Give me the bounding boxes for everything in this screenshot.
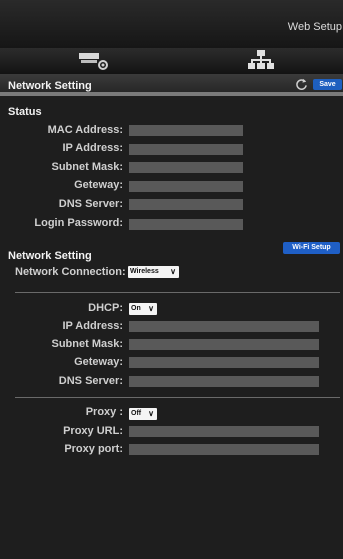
web-setup-title: Web Setup xyxy=(287,21,342,33)
chevron-down-icon: ∨ xyxy=(148,304,154,313)
network-connection-label: Network Connection: xyxy=(15,266,126,278)
status-section-title: Status xyxy=(8,106,42,118)
proxy-url-label: Proxy URL: xyxy=(63,425,123,437)
wifi-setup-button[interactable]: Wi-Fi Setup xyxy=(283,242,340,254)
dhcp-label: DHCP: xyxy=(88,302,123,314)
dhcp-ip-address-input[interactable] xyxy=(129,321,319,332)
mac-address-label: MAC Address: xyxy=(47,124,123,136)
proxy-select[interactable]: Off ∨ xyxy=(129,408,157,420)
dhcp-value: On xyxy=(131,305,141,312)
page-title: Network Setting xyxy=(8,80,92,92)
proxy-url-input[interactable] xyxy=(129,426,319,437)
ip-address-field xyxy=(129,144,243,155)
chevron-down-icon: ∨ xyxy=(170,267,176,276)
dhcp-gateway-input[interactable] xyxy=(129,357,319,368)
network-tree-icon[interactable] xyxy=(248,49,274,71)
proxy-value: Off xyxy=(131,410,142,417)
dhcp-dns-server-label: DNS Server: xyxy=(58,375,123,387)
subnet-mask-field xyxy=(129,162,243,173)
icon-bar xyxy=(0,48,343,74)
gateway-field xyxy=(129,181,243,192)
network-connection-value: Wireless xyxy=(130,268,159,275)
network-connection-select[interactable]: Wireless ∨ xyxy=(128,266,179,278)
login-password-label: Login Password: xyxy=(34,217,123,229)
page-header: Network Setting Save xyxy=(0,74,343,96)
proxy-label: Proxy : xyxy=(85,406,123,418)
ip-address-label: IP Address: xyxy=(62,142,123,154)
divider xyxy=(15,397,340,398)
dns-server-label: DNS Server: xyxy=(58,198,123,210)
dhcp-gateway-label: Geteway: xyxy=(74,356,123,368)
subnet-mask-label: Subnet Mask: xyxy=(51,161,123,173)
save-button[interactable]: Save xyxy=(313,79,342,90)
dhcp-ip-address-label: IP Address: xyxy=(62,320,123,332)
top-bar: Web Setup xyxy=(0,0,343,48)
refresh-icon[interactable] xyxy=(295,78,308,91)
mac-address-field xyxy=(129,125,243,136)
tool-settings-icon[interactable] xyxy=(77,50,111,72)
dhcp-subnet-mask-input[interactable] xyxy=(129,339,319,350)
divider xyxy=(15,292,340,293)
dns-server-field xyxy=(129,199,243,210)
dhcp-subnet-mask-label: Subnet Mask: xyxy=(51,338,123,350)
dhcp-dns-server-input[interactable] xyxy=(129,376,319,387)
login-password-field xyxy=(129,219,243,230)
dhcp-select[interactable]: On ∨ xyxy=(129,303,157,315)
chevron-down-icon: ∨ xyxy=(148,409,154,418)
proxy-port-input[interactable] xyxy=(129,444,319,455)
network-section-title: Network Setting xyxy=(8,250,92,262)
proxy-port-label: Proxy port: xyxy=(64,443,123,455)
gateway-label: Geteway: xyxy=(74,179,123,191)
